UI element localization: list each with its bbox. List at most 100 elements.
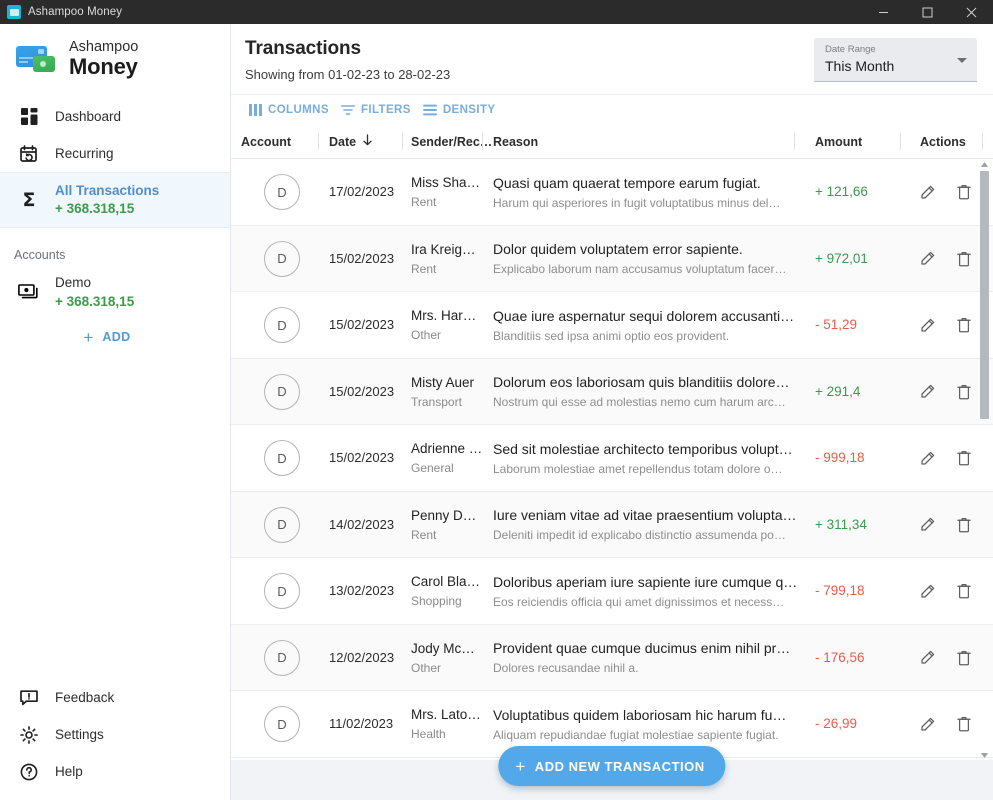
table-row[interactable]: D 15/02/2023 Adrienne … General Sed sit mole…: [231, 425, 993, 492]
scrollbar-thumb[interactable]: [980, 171, 989, 420]
add-account-button[interactable]: + ADD: [0, 329, 230, 346]
cell-reason: Doloribus aperiam iure sapiente iure cum…: [493, 573, 798, 590]
cell-amount: - 999,18: [815, 450, 865, 466]
edit-row-button[interactable]: [920, 517, 935, 532]
cell-reason: Iure veniam vitae ad vitae praesentium v…: [493, 507, 797, 524]
sidebar-item-settings[interactable]: Settings: [0, 716, 230, 753]
sidebar-item-help[interactable]: Help: [0, 753, 230, 790]
sidebar: Ashampoo Money Dashboard Recurring Σ All…: [0, 24, 231, 800]
brand-name-top: Ashampoo: [69, 39, 139, 55]
cell-sender: Miss Sha…: [411, 175, 481, 191]
table-header-row: Account Date Sender/Rec… Reason Amount A…: [231, 125, 993, 160]
edit-row-button[interactable]: [920, 318, 935, 333]
sidebar-item-dashboard[interactable]: Dashboard: [0, 98, 230, 135]
edit-row-button[interactable]: [920, 584, 935, 599]
cell-reason: Sed sit molestiae architecto temporibus …: [493, 440, 793, 457]
cell-amount: + 291,4: [815, 383, 861, 399]
cell-date: 14/02/2023: [329, 516, 395, 532]
edit-row-button[interactable]: [920, 451, 935, 466]
edit-row-button[interactable]: [920, 251, 935, 266]
cell-date: 15/02/2023: [329, 317, 395, 333]
density-button[interactable]: DENSITY: [419, 102, 504, 118]
avatar: D: [264, 240, 300, 277]
edit-row-button[interactable]: [920, 384, 935, 399]
minimize-button[interactable]: [861, 0, 905, 24]
column-header-label: Actions: [920, 134, 966, 149]
sidebar-item-all-transactions[interactable]: Σ All Transactions + 368.318,15: [0, 172, 230, 229]
cell-category: Transport: [411, 394, 462, 409]
table-row[interactable]: D 15/02/2023 Ira Kreige… Rent Dolor quidem v…: [231, 225, 993, 293]
chevron-down-icon: [957, 58, 967, 63]
delete-row-button[interactable]: [957, 317, 971, 333]
sidebar-item-label: Recurring: [55, 146, 114, 162]
delete-row-button[interactable]: [957, 450, 971, 466]
delete-row-button[interactable]: [957, 583, 971, 599]
filters-label: FILTERS: [360, 104, 411, 117]
delete-row-button[interactable]: [957, 716, 971, 732]
primary-nav: Dashboard Recurring Σ All Transactions +…: [0, 98, 230, 229]
page-header: Transactions Showing from 01-02-23 to 28…: [231, 24, 993, 96]
scroll-down-arrow[interactable]: [980, 750, 989, 760]
cell-reason: Dolorum eos laboriosam quis blanditiis d…: [493, 374, 790, 391]
account-item-demo[interactable]: Demo + 368.318,15: [0, 268, 230, 316]
cell-note: Explicabo laborum nam accusamus voluptat…: [493, 262, 787, 277]
table-row[interactable]: D 15/02/2023 Mrs. Har… Other Quae iure asper…: [231, 292, 993, 359]
delete-row-button[interactable]: [957, 251, 971, 267]
column-header-reason[interactable]: Reason: [483, 125, 803, 158]
column-header-date[interactable]: Date: [319, 125, 403, 158]
cell-date: 13/02/2023: [329, 583, 395, 599]
delete-row-button[interactable]: [957, 650, 971, 666]
main-content: Transactions Showing from 01-02-23 to 28…: [231, 24, 993, 800]
delete-row-button[interactable]: [957, 517, 971, 533]
cell-note: Dolores recusandae nihil a.: [493, 661, 639, 676]
avatar: D: [264, 706, 300, 743]
column-header-amount[interactable]: Amount: [803, 125, 901, 158]
density-label: DENSITY: [442, 104, 496, 117]
edit-row-button[interactable]: [920, 717, 935, 732]
columns-button[interactable]: COLUMNS: [245, 102, 337, 118]
sigma-icon: Σ: [22, 188, 36, 211]
column-header-label: Reason: [493, 134, 539, 149]
column-header-label: Sender/Rec…: [411, 134, 493, 149]
cell-sender: Jody Mc…: [411, 640, 475, 656]
sidebar-item-feedback[interactable]: Feedback: [0, 679, 230, 716]
cell-note: Nostrum qui esse ad molestias nemo cum h…: [493, 395, 786, 410]
cell-date: 15/02/2023: [329, 383, 395, 399]
scroll-up-arrow[interactable]: [980, 159, 989, 169]
close-button[interactable]: [949, 0, 993, 24]
delete-row-button[interactable]: [957, 384, 971, 400]
edit-row-button[interactable]: [920, 650, 935, 665]
edit-row-button[interactable]: [920, 185, 935, 200]
brand: Ashampoo Money: [0, 24, 230, 94]
table-row[interactable]: D 15/02/2023 Misty Auer Transport Dolorum eo…: [231, 358, 993, 426]
add-new-transaction-button[interactable]: + ADD NEW TRANSACTION: [498, 746, 726, 786]
accounts-section-label: Accounts: [14, 248, 66, 263]
account-balance: + 368.318,15: [55, 293, 135, 309]
cell-sender: Misty Auer: [411, 374, 475, 390]
cell-amount: + 311,34: [815, 516, 867, 532]
sidebar-item-label: Help: [55, 764, 83, 779]
table-row[interactable]: D 12/02/2023 Jody Mc… Other Provident quae c…: [231, 624, 993, 692]
column-header-account[interactable]: Account: [235, 125, 319, 158]
table-row[interactable]: D 14/02/2023 Penny Da… Rent Iure veniam vita…: [231, 491, 993, 559]
sidebar-item-recurring[interactable]: Recurring: [0, 135, 230, 172]
cell-date: 17/02/2023: [329, 184, 395, 200]
cell-sender: Adrienne …: [411, 441, 483, 457]
delete-row-button[interactable]: [957, 184, 971, 200]
calendar-refresh-icon: [17, 144, 41, 163]
avatar: D: [264, 174, 300, 211]
table-vertical-scrollbar[interactable]: [980, 159, 989, 760]
cell-note: Harum qui asperiores in fugit voluptatib…: [493, 195, 781, 210]
column-header-sender[interactable]: Sender/Rec…: [403, 125, 492, 158]
cell-date: 12/02/2023: [329, 649, 395, 665]
column-header-actions[interactable]: Actions: [901, 125, 993, 158]
maximize-button[interactable]: [905, 0, 949, 24]
body-row: Ashampoo Money Dashboard Recurring Σ All…: [0, 24, 993, 800]
avatar: D: [264, 307, 300, 344]
column-header-label: Amount: [815, 134, 863, 149]
table-row[interactable]: D 13/02/2023 Carol Bla… Shopping Doloribus a…: [231, 558, 993, 625]
table-row[interactable]: D 17/02/2023 Miss Sha… Rent Quasi quam quaer…: [231, 159, 993, 226]
filters-button[interactable]: FILTERS: [337, 102, 419, 118]
feedback-icon: [17, 689, 41, 706]
date-range-select[interactable]: Date Range This Month: [814, 38, 977, 83]
